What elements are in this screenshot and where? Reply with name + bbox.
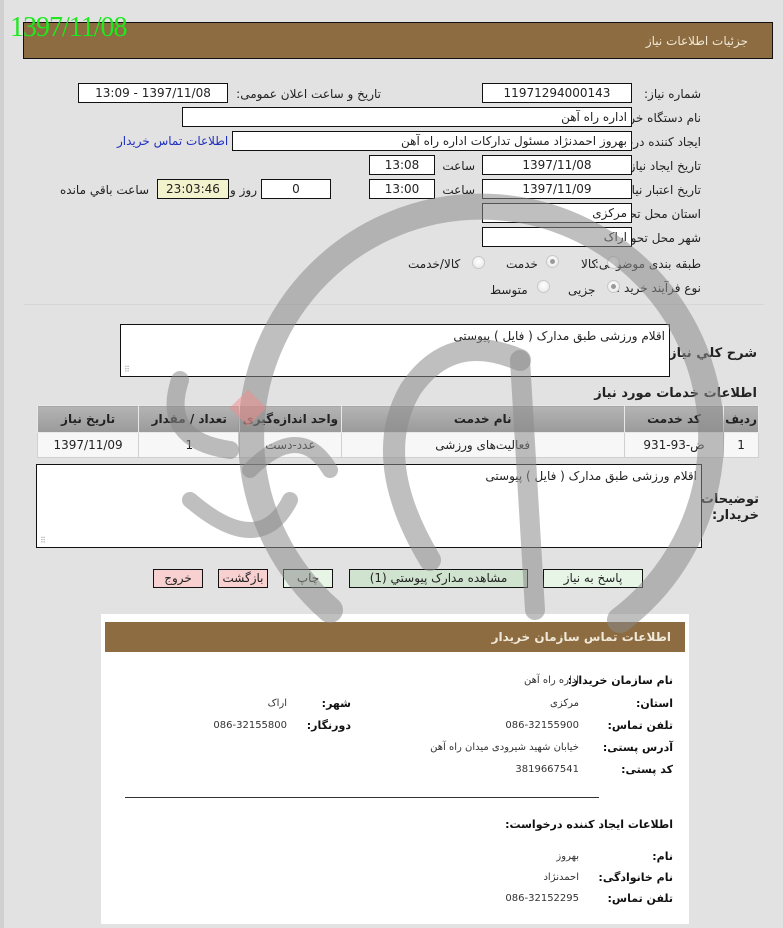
contact-fax-label: دورنگار: [306,719,351,732]
validity-date-label: تاریخ اعتبار نیاز: [621,183,701,197]
category-radio-service[interactable] [546,255,559,268]
cell-service-name: فعالیت‌های ورزشی [340,432,625,458]
process-radio-medium[interactable] [537,280,550,293]
col-service-name: نام خدمت [340,405,625,433]
need-number-label: شماره نیاز: [644,87,701,101]
page-header: جزئیات اطلاعات نیاز [23,22,773,59]
created-date-label: تاریخ ایجاد نیاز: [625,159,701,173]
category-radio-goods[interactable] [607,256,620,269]
exit-button[interactable]: خروج [153,569,203,588]
cell-need-date: 1397/11/09 [36,432,140,458]
contact-province-label: استان: [636,697,673,710]
page-title: جزئیات اطلاعات نیاز [645,34,748,48]
buyer-notes-text: اقلام ورزشی طبق مدارک ( فایل ) پیوستی [485,469,697,483]
creator-section-title: اطلاعات ایجاد کننده درخواست: [505,818,673,831]
window-edge [0,0,4,928]
process-label: نوع فرآیند خرید : [616,281,701,295]
creator-last-name-label: نام خانوادگی: [598,871,673,884]
validity-time-label: ساعت [442,183,475,197]
days-label: روز و [230,183,257,197]
contact-address-value: خیابان شهید شیرودی میدان راه آهن [430,742,579,753]
col-service-code: کد خدمت [623,405,725,433]
contact-city-label: شهر: [321,697,351,710]
contact-province-value: مرکزی [550,698,579,709]
buyer-contact-panel: اطلاعات تماس سازمان خریدار نام سازمان خر… [101,614,689,924]
back-button[interactable]: بازگشت [218,569,268,588]
process-radio-minor[interactable] [607,280,620,293]
col-row-number: ردیف [723,405,759,433]
services-title: اطلاعات خدمات مورد نیاز [594,386,757,401]
contact-city-value: اراک [267,698,287,709]
contact-panel-title: اطلاعات تماس سازمان خریدار [491,630,671,644]
print-button[interactable]: چاپ [283,569,333,588]
buyer-notes-label-1: توضیحات [700,492,759,507]
city-field[interactable]: اراک [482,227,632,247]
creator-last-name-value: احمدنژاد [543,872,579,883]
buyer-notes-label-2: خریدار: [712,508,759,523]
category-option-service: خدمت [506,257,538,271]
created-time-field[interactable]: 13:08 [369,155,435,175]
days-remaining-field[interactable]: 0 [261,179,331,199]
creator-first-name-value: بهروز [556,851,579,862]
services-table: ردیف کد خدمت نام خدمت واحد اندازه‌گیری ت… [36,405,759,458]
buyer-contact-link[interactable]: اطلاعات تماس خریدار [117,134,228,148]
summary-label: شرح کلي نياز: [663,346,757,361]
date-stamp: 1397/11/08 [10,12,128,43]
resize-grip-icon[interactable]: ⠿ [124,365,130,374]
cell-unit: عدد-دست [239,432,342,458]
reply-button[interactable]: پاسخ به نیاز [543,569,643,588]
category-radio-goods-service[interactable] [472,256,485,269]
contact-address-label: آدرس پستی: [602,741,673,754]
time-remaining-field: 23:03:46 [157,179,229,199]
divider [24,304,764,305]
validity-date-field[interactable]: 1397/11/09 [482,179,632,199]
contact-panel-header: اطلاعات تماس سازمان خریدار [105,622,685,652]
process-option-minor: جزیی [568,283,596,297]
view-attachments-button[interactable]: مشاهده مدارک پیوستي (1) [349,569,528,588]
creator-first-name-label: نام: [652,850,673,863]
buyer-notes-textarea[interactable]: اقلام ورزشی طبق مدارک ( فایل ) پیوستی ⠿ [36,464,702,548]
time-remaining-label: ساعت باقي مانده [60,183,150,197]
creator-phone-value: 086-32152295 [505,893,579,904]
creator-phone-label: تلفن تماس: [607,892,673,905]
resize-grip-icon[interactable]: ⠿ [40,536,46,545]
col-unit: واحد اندازه‌گیری [239,405,342,433]
category-option-goods: کالا [581,257,598,271]
announce-label: تاریخ و ساعت اعلان عمومی: [236,87,381,101]
cell-row-number: 1 [723,432,759,458]
contact-postal-label: کد پستی: [621,763,673,776]
services-header-row: ردیف کد خدمت نام خدمت واحد اندازه‌گیری ت… [36,405,759,433]
summary-text: اقلام ورزشی طبق مدارک ( فایل ) پیوستی [453,329,665,343]
category-option-goods-service: کالا/خدمت [408,257,461,271]
contact-fax-value: 086-32155800 [213,720,287,731]
created-date-field[interactable]: 1397/11/08 [482,155,632,175]
contact-postal-value: 3819667541 [515,764,579,775]
contact-phone-value: 086-32155900 [505,720,579,731]
requester-field[interactable]: بهروز احمدنژاد مسئول تدارکات اداره راه آ… [232,131,632,151]
col-need-date: تاریخ نیاز [36,405,140,433]
process-option-medium: متوسط [490,283,528,297]
announce-field[interactable]: 1397/11/08 - 13:09 [78,83,228,103]
buyer-org-field[interactable]: اداره راه آهن [182,107,632,127]
contact-phone-label: تلفن تماس: [607,719,673,732]
validity-time-field[interactable]: 13:00 [369,179,435,199]
need-number-field[interactable]: 11971294000143 [482,83,632,103]
cell-service-code: ض-93-931 [623,432,725,458]
summary-textarea[interactable]: اقلام ورزشی طبق مدارک ( فایل ) پیوستی ⠿ [120,324,670,377]
table-row: 1 ض-93-931 فعالیت‌های ورزشی عدد-دست 1 13… [36,432,759,458]
province-field[interactable]: مرکزی [482,203,632,223]
created-time-label: ساعت [442,159,475,173]
contact-org-label: نام سازمان خریدار: [567,674,673,687]
cell-quantity: 1 [138,432,241,458]
contact-org-value: اداره راه آهن [524,675,579,686]
contact-divider [125,797,599,798]
col-quantity: تعداد / مقدار [138,405,241,433]
